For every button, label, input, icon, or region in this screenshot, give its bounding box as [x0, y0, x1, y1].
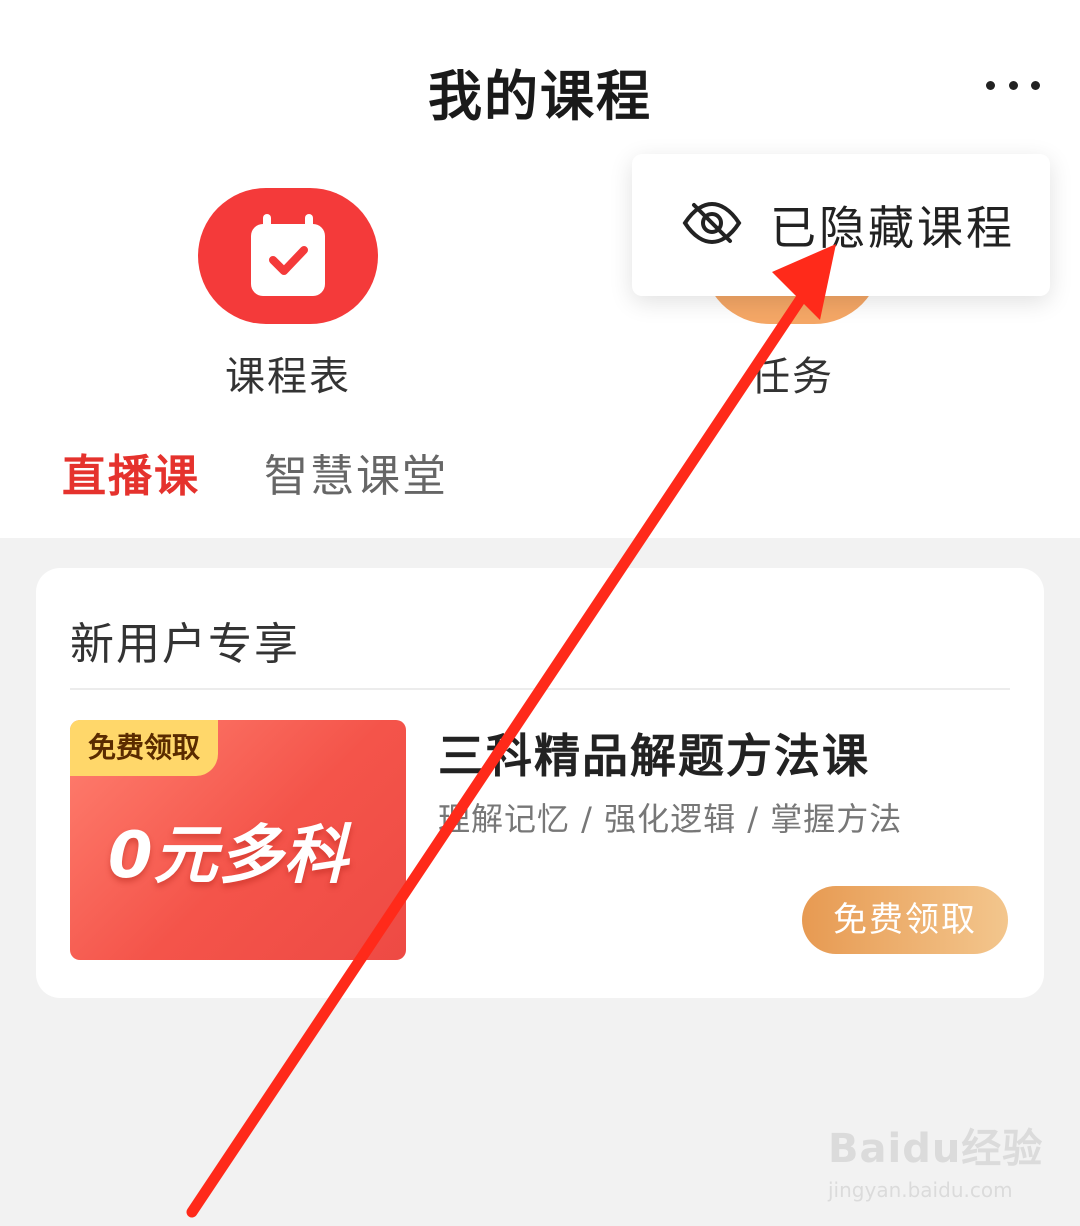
course-tabs: 直播课 智慧课堂: [62, 440, 448, 504]
divider: [70, 688, 1010, 690]
schedule-label: 课程表: [225, 354, 351, 400]
baidu-watermark: Baidu经验 jingyan.baidu.com: [828, 1116, 1048, 1206]
course-subtitle: 理解记忆 / 强化逻辑 / 掌握方法: [438, 800, 903, 838]
claim-free-button[interactable]: 免费领取: [802, 886, 1008, 954]
calendar-icon: [198, 188, 378, 324]
eye-off-icon: [682, 201, 742, 249]
card-title: 新用户专享: [70, 619, 300, 670]
promo-tag: 免费领取: [70, 720, 219, 776]
more-dot-icon: [1031, 80, 1040, 90]
more-dot-icon: [1008, 80, 1018, 90]
new-user-card: 新用户专享 免费领取 0元多科 三科精品解题方法课 理解记忆 / 强化逻辑 / …: [36, 568, 1044, 998]
promo-headline: 0元多科: [108, 819, 349, 893]
schedule-entry[interactable]: 课程表: [198, 188, 378, 402]
course-title[interactable]: 三科精品解题方法课: [438, 720, 870, 786]
watermark-logo: Baidu经验: [828, 1126, 1044, 1172]
promo-image[interactable]: 免费领取 0元多科: [70, 720, 406, 960]
more-button[interactable]: [978, 70, 1048, 100]
menu-item-hidden-courses[interactable]: 已隐藏课程: [632, 154, 1050, 296]
page-title: 我的课程: [428, 65, 652, 128]
more-dot-icon: [986, 80, 995, 90]
more-dropdown-menu: 已隐藏课程: [632, 154, 1050, 296]
tab-smart-classroom[interactable]: 智慧课堂: [264, 440, 448, 504]
watermark-url: jingyan.baidu.com: [828, 1178, 1013, 1202]
tab-live-course[interactable]: 直播课: [62, 440, 200, 504]
hidden-courses-label: 已隐藏课程: [770, 201, 1015, 255]
task-label: 任务: [750, 354, 834, 400]
